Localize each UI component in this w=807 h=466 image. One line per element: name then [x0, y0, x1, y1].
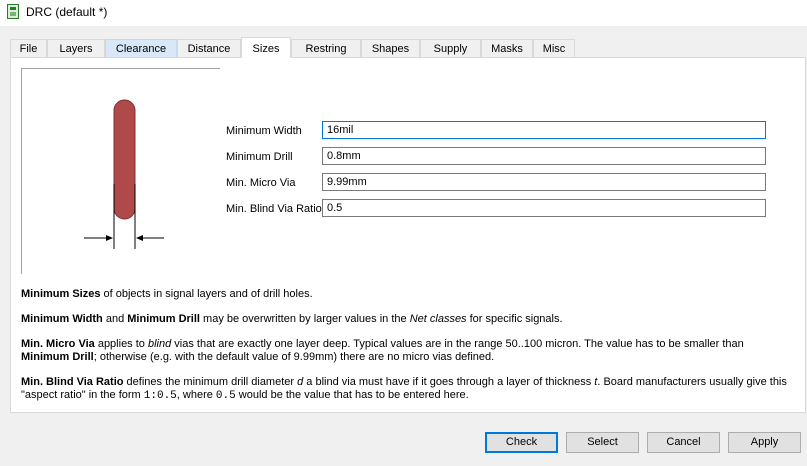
tab-clearance[interactable]: Clearance [105, 39, 177, 57]
window-title: DRC (default *) [26, 5, 108, 19]
arrowhead-left [106, 235, 113, 241]
apply-button[interactable]: Apply [728, 432, 801, 453]
trace-width-illustration [84, 99, 164, 249]
tab-shapes[interactable]: Shapes [361, 39, 420, 57]
arrowhead-right [136, 235, 143, 241]
tab-layers[interactable]: Layers [47, 39, 105, 57]
eagle-app-icon [7, 4, 19, 19]
tab-masks[interactable]: Masks [481, 39, 533, 57]
tab-sizes[interactable]: Sizes [241, 37, 291, 58]
help-paragraph-2: Minimum Width and Minimum Drill may be o… [21, 313, 563, 325]
sizes-panel: Minimum Width Minimum Drill Min. Micro V… [10, 57, 806, 413]
tab-distance[interactable]: Distance [177, 39, 241, 57]
tab-supply[interactable]: Supply [420, 39, 481, 57]
minimum-drill-label: Minimum Drill [226, 151, 293, 163]
min-blind-via-ratio-label: Min. Blind Via Ratio [226, 203, 322, 215]
help-text: Minimum Sizes of objects in signal layer… [21, 288, 791, 415]
help-paragraph-3: Min. Micro Via applies to blind vias tha… [21, 338, 744, 363]
select-button[interactable]: Select [566, 432, 639, 453]
tab-restring[interactable]: Restring [291, 39, 361, 57]
check-button[interactable]: Check [485, 432, 558, 453]
minimum-drill-input[interactable] [322, 147, 766, 165]
title-bar: DRC (default *) [0, 0, 807, 26]
cancel-button[interactable]: Cancel [647, 432, 720, 453]
minimum-width-input[interactable] [322, 121, 766, 139]
tab-file[interactable]: File [10, 39, 47, 57]
tab-misc[interactable]: Misc [533, 39, 575, 57]
min-micro-via-input[interactable] [322, 173, 766, 191]
minimum-width-label: Minimum Width [226, 125, 302, 137]
help-paragraph-4: Min. Blind Via Ratio defines the minimum… [21, 376, 787, 402]
trace-shape [113, 99, 136, 220]
min-blind-via-ratio-input[interactable] [322, 199, 766, 217]
min-micro-via-label: Min. Micro Via [226, 177, 296, 189]
help-paragraph-1: Minimum Sizes of objects in signal layer… [21, 288, 313, 300]
min-width-diagram [21, 68, 220, 274]
